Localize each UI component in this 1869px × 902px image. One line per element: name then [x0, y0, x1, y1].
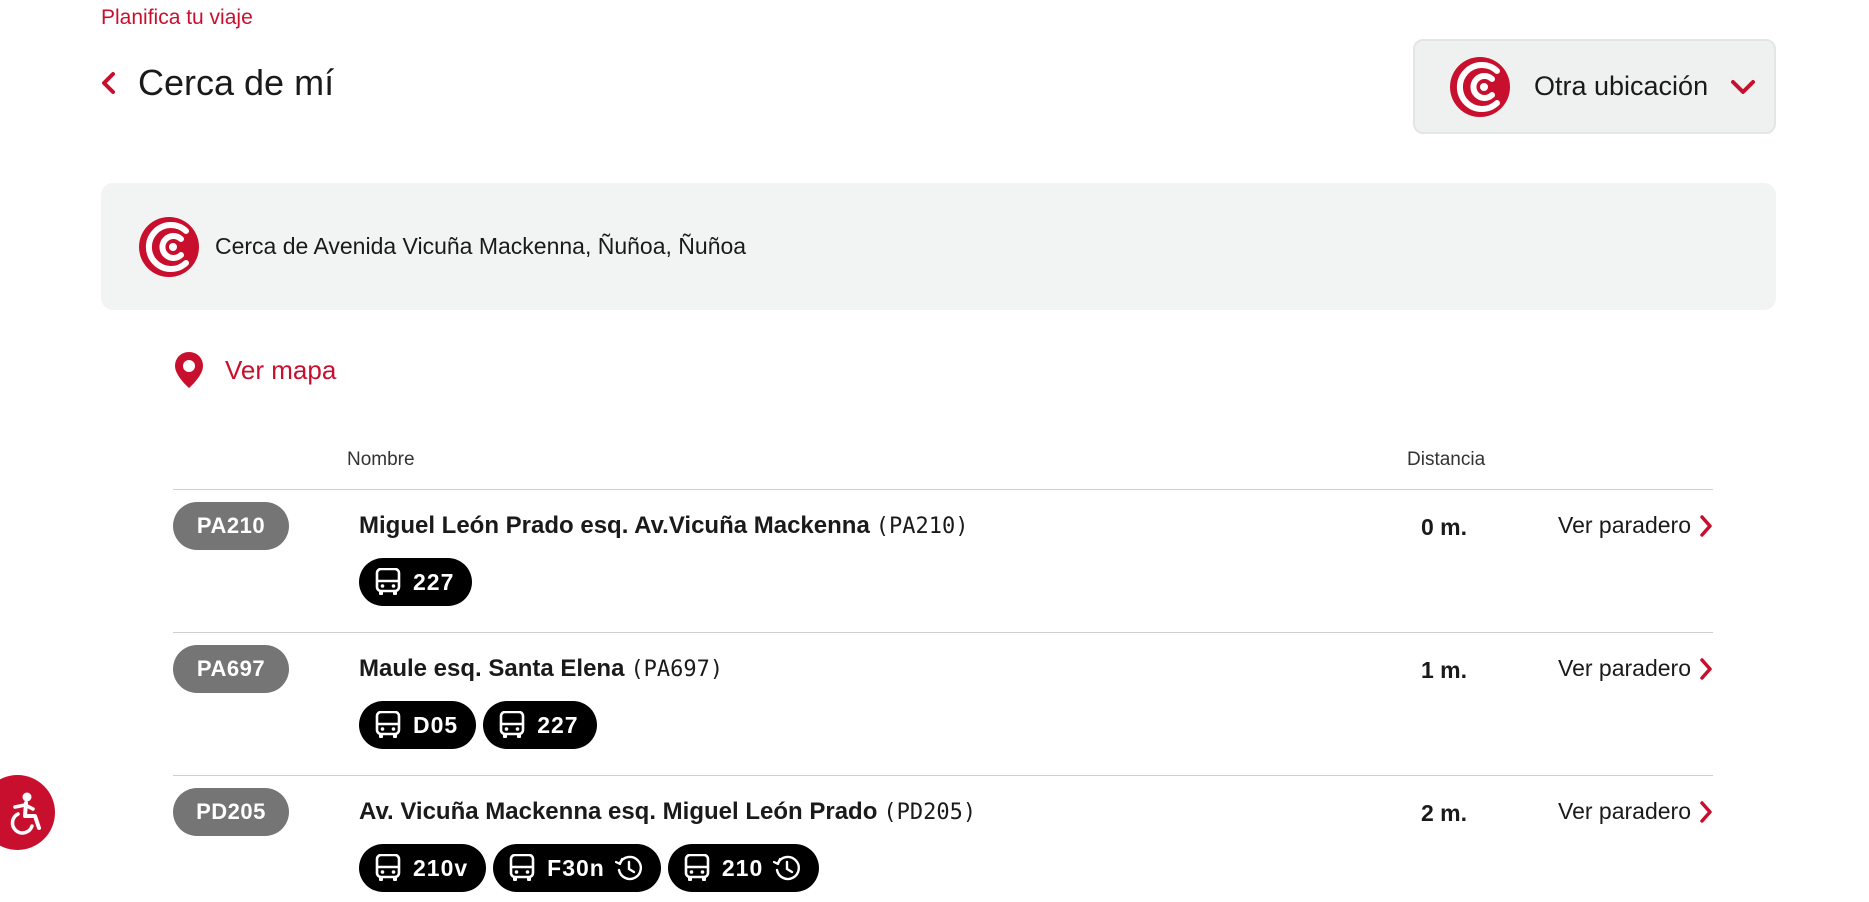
chevron-down-icon: [1731, 79, 1756, 94]
route-list: 210v F30n 210: [359, 844, 820, 892]
stop-code-badge: PD205: [173, 788, 289, 836]
bus-icon: [684, 854, 710, 881]
stop-name: Maule esq. Santa Elena (PA697): [359, 655, 723, 683]
view-stop-label: Ver paradero: [1558, 798, 1691, 824]
stop-row: PA210 Miguel León Prado esq. Av.Vicuña M…: [173, 489, 1713, 632]
stop-name-text: Av. Vicuña Mackenna esq. Miguel León Pra…: [359, 798, 878, 825]
bus-icon: [499, 711, 525, 738]
route-number: 227: [537, 711, 579, 738]
route-pill[interactable]: D05: [359, 701, 477, 749]
route-pill[interactable]: 210: [667, 844, 820, 892]
bus-icon: [375, 854, 401, 881]
view-map-label: Ver mapa: [225, 354, 337, 385]
stop-row: PA697 Maule esq. Santa Elena (PA697) D05 …: [173, 632, 1713, 775]
page-title: Cerca de mí: [138, 62, 335, 103]
route-pill[interactable]: F30n: [493, 844, 661, 892]
bus-icon: [375, 568, 401, 595]
map-pin-icon: [175, 352, 203, 388]
chevron-right-icon: [1700, 800, 1712, 823]
stop-name-text: Maule esq. Santa Elena: [359, 655, 625, 682]
view-stop-link[interactable]: Ver paradero: [1558, 798, 1713, 825]
route-number: D05: [413, 711, 459, 738]
route-pill[interactable]: 227: [359, 558, 473, 606]
stop-code-text: (PA210): [875, 514, 969, 539]
view-map-link[interactable]: Ver mapa: [173, 350, 336, 390]
view-stop-link[interactable]: Ver paradero: [1558, 512, 1713, 539]
stop-distance: 2 m.: [1421, 800, 1468, 826]
stop-code-badge: PA697: [173, 645, 289, 693]
route-list: 227: [359, 558, 473, 606]
accessibility-icon: [10, 792, 41, 835]
bus-icon: [509, 854, 535, 881]
current-location-text: Cerca de Avenida Vicuña Mackenna, Ñuñoa,…: [215, 233, 747, 259]
stop-distance: 0 m.: [1421, 514, 1468, 540]
location-selector-label: Otra ubicación: [1534, 71, 1709, 101]
stop-name: Av. Vicuña Mackenna esq. Miguel León Pra…: [359, 798, 976, 826]
breadcrumb-link[interactable]: Planifica tu viaje: [101, 6, 253, 30]
chevron-right-icon: [1700, 514, 1712, 537]
clock-icon: [614, 855, 642, 881]
stop-name-text: Miguel León Prado esq. Av.Vicuña Mackenn…: [359, 512, 870, 539]
brand-logo-icon: [1450, 56, 1510, 117]
stop-name: Miguel León Prado esq. Av.Vicuña Mackenn…: [359, 512, 969, 540]
route-number: F30n: [547, 854, 605, 881]
chevron-right-icon: [1700, 657, 1712, 680]
location-selector-dropdown[interactable]: Otra ubicación: [1413, 39, 1776, 134]
route-pill[interactable]: 227: [483, 701, 597, 749]
route-number: 227: [413, 568, 455, 595]
route-number: 210: [721, 854, 764, 881]
page-header: Cerca de mí: [100, 62, 334, 104]
column-header-name: Nombre: [347, 449, 415, 470]
stop-code-text: (PA697): [630, 657, 724, 682]
stop-distance: 1 m.: [1421, 657, 1468, 683]
brand-logo-icon: [139, 216, 199, 277]
bus-icon: [375, 711, 401, 738]
route-number: 210v: [413, 854, 469, 881]
clock-icon: [773, 855, 801, 881]
route-list: D05 227: [359, 701, 597, 749]
view-stop-link[interactable]: Ver paradero: [1558, 655, 1713, 682]
accessibility-button[interactable]: [0, 775, 55, 850]
column-header-distance: Distancia: [1407, 449, 1486, 470]
stop-code-text: (PD205): [883, 800, 977, 825]
route-pill[interactable]: 210v: [359, 844, 487, 892]
stop-code-badge: PA210: [173, 502, 289, 550]
view-stop-label: Ver paradero: [1558, 512, 1691, 538]
view-stop-label: Ver paradero: [1558, 655, 1691, 681]
stop-row: PD205 Av. Vicuña Mackenna esq. Miguel Le…: [173, 775, 1713, 902]
current-location-panel: Cerca de Avenida Vicuña Mackenna, Ñuñoa,…: [101, 183, 1776, 310]
chevron-left-icon[interactable]: [100, 68, 124, 98]
